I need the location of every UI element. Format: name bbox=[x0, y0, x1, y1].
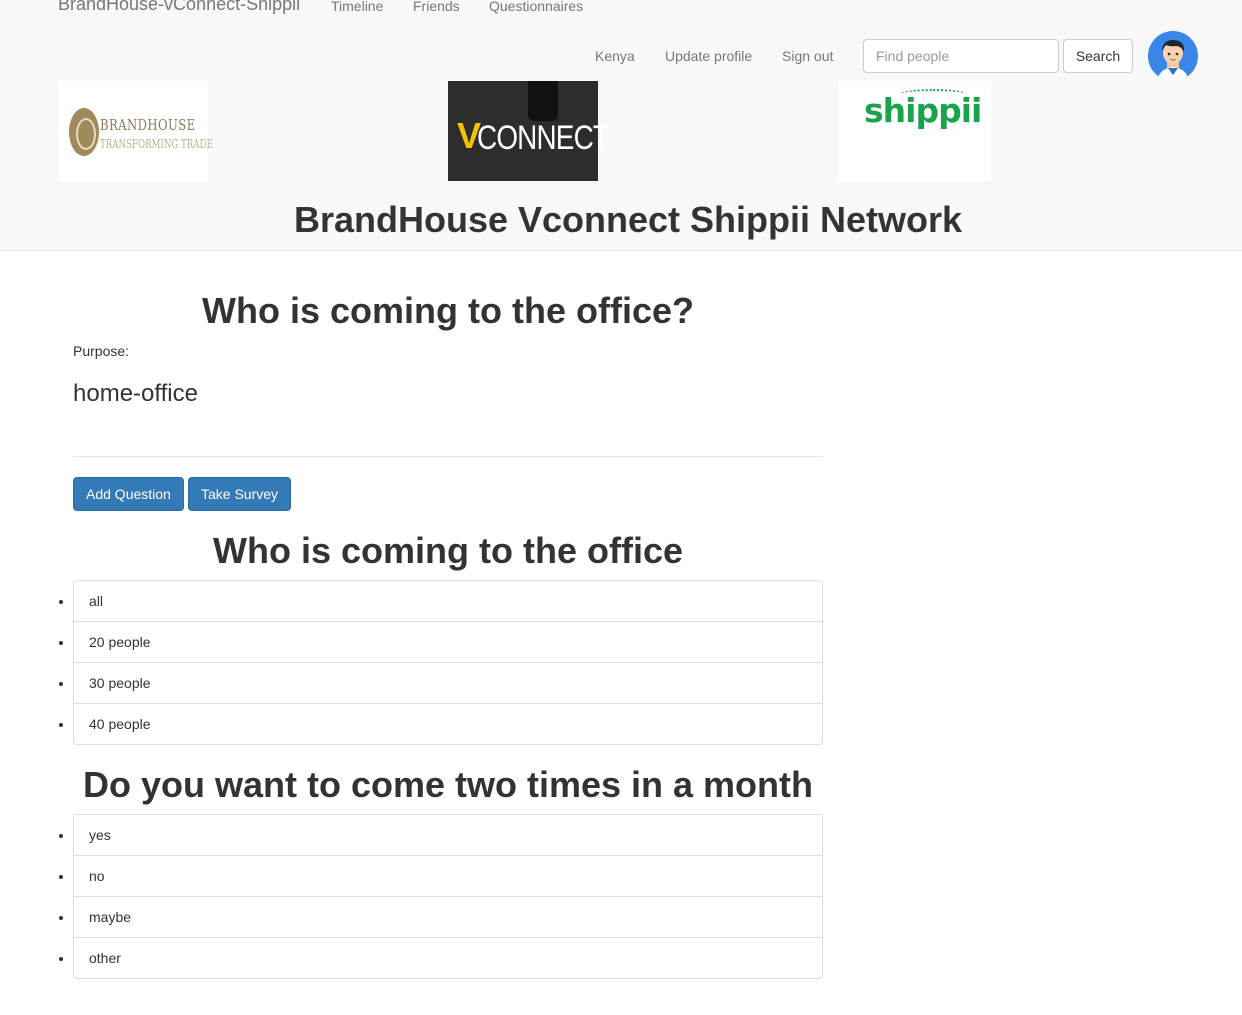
option-item[interactable]: all bbox=[74, 581, 822, 621]
brandhouse-logo-name: BRANDHOUSE bbox=[100, 116, 196, 134]
avatar-person-icon bbox=[1158, 40, 1188, 81]
purpose-value: home-office bbox=[73, 380, 198, 407]
option-item[interactable]: other bbox=[74, 937, 822, 978]
vconnect-logo-text: CONNECT bbox=[477, 119, 610, 157]
nav-link-friends[interactable]: Friends bbox=[413, 0, 460, 14]
nav-link-sign-out[interactable]: Sign out bbox=[782, 48, 833, 64]
nav-link-country[interactable]: Kenya bbox=[595, 48, 635, 64]
add-question-button[interactable]: Add Question bbox=[73, 477, 184, 511]
questionnaire-title: Who is coming to the office? bbox=[202, 290, 694, 331]
shippii-logo: shippii bbox=[838, 81, 991, 181]
purpose-label: Purpose: bbox=[73, 343, 130, 359]
divider bbox=[73, 456, 823, 457]
take-survey-button[interactable]: Take Survey bbox=[188, 477, 292, 511]
option-item[interactable]: 30 people bbox=[74, 662, 822, 703]
find-people-input[interactable] bbox=[863, 39, 1059, 73]
nav-link-timeline[interactable]: Timeline bbox=[331, 0, 383, 14]
vconnect-logo: V CONNECT bbox=[448, 81, 610, 181]
brandhouse-logo-tagline: TRANSFORMING TRADE bbox=[100, 137, 213, 151]
brandhouse-emblem-icon bbox=[69, 108, 99, 156]
top-navbar: BrandHouse-vConnect-Shippii Timeline Fri… bbox=[0, 0, 1242, 251]
question-options-list: yes no maybe other bbox=[73, 814, 823, 979]
nav-link-update-profile[interactable]: Update profile bbox=[665, 48, 752, 64]
vconnect-logo-backdrop bbox=[528, 81, 558, 121]
question-title: Who is coming to the office bbox=[213, 530, 683, 571]
option-item[interactable]: no bbox=[74, 855, 822, 896]
search-button[interactable]: Search bbox=[1063, 39, 1133, 73]
question-title: Do you want to come two times in a month bbox=[82, 764, 814, 805]
site-title: BrandHouse Vconnect Shippii Network bbox=[293, 199, 963, 240]
shippii-logo-text: shippii bbox=[864, 91, 982, 130]
user-avatar[interactable] bbox=[1148, 31, 1198, 81]
option-item[interactable]: 20 people bbox=[74, 621, 822, 662]
navbar-brand-link[interactable]: BrandHouse-vConnect-Shippii bbox=[58, 0, 300, 14]
brandhouse-logo: BRANDHOUSE TRANSFORMING TRADE bbox=[58, 81, 213, 181]
option-item[interactable]: 40 people bbox=[74, 703, 822, 744]
nav-link-questionnaires[interactable]: Questionnaires bbox=[489, 0, 583, 14]
question-options-list: all 20 people 30 people 40 people bbox=[73, 580, 823, 745]
option-item[interactable]: yes bbox=[74, 815, 822, 855]
option-item[interactable]: maybe bbox=[74, 896, 822, 937]
